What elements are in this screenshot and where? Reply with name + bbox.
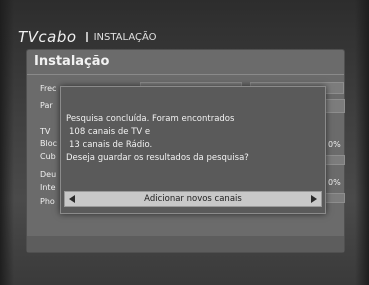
row-label-inte: Inte (40, 183, 56, 192)
header-separator (85, 32, 88, 42)
add-new-channels-button[interactable]: Adicionar novos canais (64, 191, 322, 207)
page-title: Instalação (34, 54, 110, 69)
title-divider (27, 74, 344, 75)
row-label-pho: Pho (40, 197, 55, 206)
progress-value-2: 0% (328, 178, 341, 187)
header-bar: TVcabo INSTALAÇÃO (18, 28, 157, 46)
parameters-field[interactable] (325, 99, 345, 113)
arrow-left-icon[interactable] (69, 195, 75, 203)
panel-footer (27, 236, 344, 252)
row-label-tv: TV (40, 127, 51, 136)
dialog-line-1: Pesquisa concluída. Foram encontrados (66, 114, 235, 124)
dialog-line-4: Deseja guardar os resultados da pesquisa… (66, 153, 249, 163)
progress-bar-1 (325, 155, 345, 165)
left-vignette (0, 0, 14, 285)
row-label-deu: Deu (40, 170, 57, 179)
breadcrumb: INSTALAÇÃO (93, 31, 157, 43)
row-label-cub: Cub (40, 152, 56, 161)
brand-logo: TVcabo (18, 28, 77, 46)
dialog-line-3: 13 canais de Rádio. (69, 140, 153, 150)
arrow-right-icon[interactable] (311, 195, 317, 203)
add-new-channels-label: Adicionar novos canais (144, 194, 242, 204)
row-label-block: Bloc (40, 139, 58, 148)
right-vignette (355, 0, 369, 285)
progress-value-1: 0% (328, 140, 341, 149)
progress-bar-2 (325, 193, 345, 203)
dialog-line-2: 108 canais de TV e (69, 127, 151, 137)
row-label-frequency: Frec (40, 84, 57, 93)
row-label-parameters: Par (40, 101, 53, 110)
